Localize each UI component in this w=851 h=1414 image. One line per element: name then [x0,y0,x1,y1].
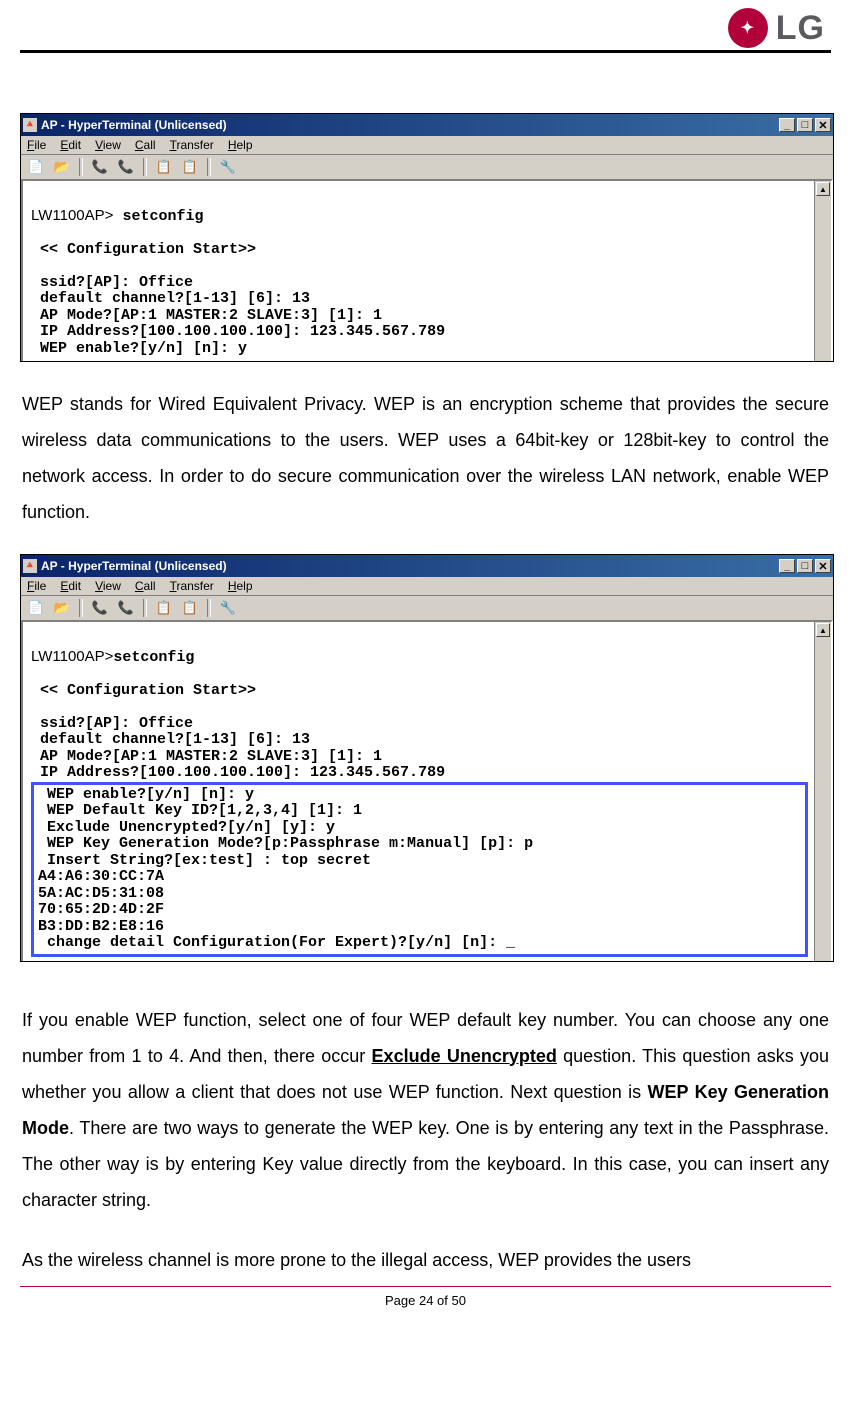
term-line: Exclude Unencrypted?[y/n] [y]: y [38,819,335,836]
tb-separator [143,599,147,617]
tb-open-icon[interactable]: 📂 [51,157,73,177]
menubar: File Edit View Call Transfer Help [21,577,833,596]
term-line: Insert String?[ex:test] : top secret [38,852,371,869]
terminal-output[interactable]: LW1100AP>setconfig << Configuration Star… [23,622,814,961]
term-line: IP Address?[100.100.100.100]: 123.345.56… [31,764,445,781]
page-number: Page 24 of 50 [20,1293,831,1308]
tb-receive-icon[interactable]: 📋 [179,598,201,618]
window-hyperterminal-1: 🔺 AP - HyperTerminal (Unlicensed) _ □ ✕ … [20,113,834,362]
scroll-up-icon[interactable]: ▲ [816,182,830,196]
menu-file[interactable]: File [27,138,46,152]
menu-transfer[interactable]: Transfer [170,138,214,152]
window-title: AP - HyperTerminal (Unlicensed) [41,118,777,132]
menu-help[interactable]: Help [228,138,253,152]
term-line: AP Mode?[AP:1 MASTER:2 SLAVE:3] [1]: 1 [31,307,382,324]
scrollbar-vertical[interactable]: ▲ [814,622,831,961]
term-line: 70:65:2D:4D:2F [38,901,164,918]
tb-send-icon[interactable]: 📋 [153,598,175,618]
app-icon: 🔺 [23,118,37,132]
tb-separator [207,158,211,176]
menu-edit[interactable]: Edit [60,138,81,152]
menu-file[interactable]: File [27,579,46,593]
tb-call-icon[interactable]: 📞 [89,598,111,618]
tb-separator [79,158,83,176]
window-title: AP - HyperTerminal (Unlicensed) [41,559,777,573]
tb-new-icon[interactable]: 📄 [25,157,47,177]
paragraph-2: If you enable WEP function, select one o… [22,1002,829,1218]
titlebar[interactable]: 🔺 AP - HyperTerminal (Unlicensed) _ □ ✕ [21,114,833,136]
close-button[interactable]: ✕ [815,559,831,573]
page-header: ✦ LG [20,0,831,50]
titlebar[interactable]: 🔺 AP - HyperTerminal (Unlicensed) _ □ ✕ [21,555,833,577]
paragraph-1: WEP stands for Wired Equivalent Privacy.… [22,386,829,530]
tb-open-icon[interactable]: 📂 [51,598,73,618]
toolbar: 📄 📂 📞 📞 📋 📋 🔧 [21,596,833,620]
term-line: change detail Configuration(For Expert)?… [38,934,515,951]
term-line: WEP enable?[y/n] [n]: y [31,340,247,357]
term-line: ssid?[AP]: Office [31,715,193,732]
footer-rule [20,1286,831,1287]
term-line: WEP Default Key ID?[1,2,3,4] [1]: 1 [38,802,362,819]
brand-logo: ✦ LG [728,8,825,48]
menu-call[interactable]: Call [135,138,156,152]
term-line: ssid?[AP]: Office [31,274,193,291]
term-line: << Configuration Start>> [31,682,256,699]
term-line: << Configuration Start>> [31,241,256,258]
term-line: WEP Key Generation Mode?[p:Passphrase m:… [38,835,533,852]
maximize-button[interactable]: □ [797,118,813,132]
close-button[interactable]: ✕ [815,118,831,132]
term-line: WEP enable?[y/n] [n]: y [38,786,254,803]
window-hyperterminal-2: 🔺 AP - HyperTerminal (Unlicensed) _ □ ✕ … [20,554,834,962]
tb-hangup-icon[interactable]: 📞 [115,157,137,177]
tb-new-icon[interactable]: 📄 [25,598,47,618]
toolbar: 📄 📂 📞 📞 📋 📋 🔧 [21,155,833,179]
scroll-up-icon[interactable]: ▲ [816,623,830,637]
term-line: AP Mode?[AP:1 MASTER:2 SLAVE:3] [1]: 1 [31,748,382,765]
brand-logo-text: LG [776,9,825,48]
tb-hangup-icon[interactable]: 📞 [115,598,137,618]
terminal-output[interactable]: LW1100AP> setconfig << Configuration Sta… [23,181,814,361]
term-line: IP Address?[100.100.100.100]: 123.345.56… [31,323,445,340]
menu-help[interactable]: Help [228,579,253,593]
term-line: A4:A6:30:CC:7A [38,868,164,885]
menu-view[interactable]: View [95,579,121,593]
tb-separator [79,599,83,617]
term-line: default channel?[1-13] [6]: 13 [31,731,310,748]
cmd: setconfig [113,649,194,666]
highlight-box: WEP enable?[y/n] [n]: y WEP Default Key … [31,782,808,957]
term-line: B3:DD:B2:E8:16 [38,918,164,935]
menubar: File Edit View Call Transfer Help [21,136,833,155]
prompt: LW1100AP> [31,207,113,224]
cmd: setconfig [122,208,203,225]
tb-props-icon[interactable]: 🔧 [217,157,239,177]
tb-separator [143,158,147,176]
tb-receive-icon[interactable]: 📋 [179,157,201,177]
brand-logo-icon: ✦ [728,8,768,48]
menu-edit[interactable]: Edit [60,579,81,593]
minimize-button[interactable]: _ [779,118,795,132]
tb-send-icon[interactable]: 📋 [153,157,175,177]
paragraph-3: As the wireless channel is more prone to… [22,1242,829,1278]
menu-view[interactable]: View [95,138,121,152]
scrollbar-vertical[interactable]: ▲ [814,181,831,361]
maximize-button[interactable]: □ [797,559,813,573]
menu-transfer[interactable]: Transfer [170,579,214,593]
app-icon: 🔺 [23,559,37,573]
term-line: 5A:AC:D5:31:08 [38,885,164,902]
minimize-button[interactable]: _ [779,559,795,573]
term-line: default channel?[1-13] [6]: 13 [31,290,310,307]
tb-call-icon[interactable]: 📞 [89,157,111,177]
tb-separator [207,599,211,617]
menu-call[interactable]: Call [135,579,156,593]
prompt: LW1100AP> [31,648,113,665]
tb-props-icon[interactable]: 🔧 [217,598,239,618]
